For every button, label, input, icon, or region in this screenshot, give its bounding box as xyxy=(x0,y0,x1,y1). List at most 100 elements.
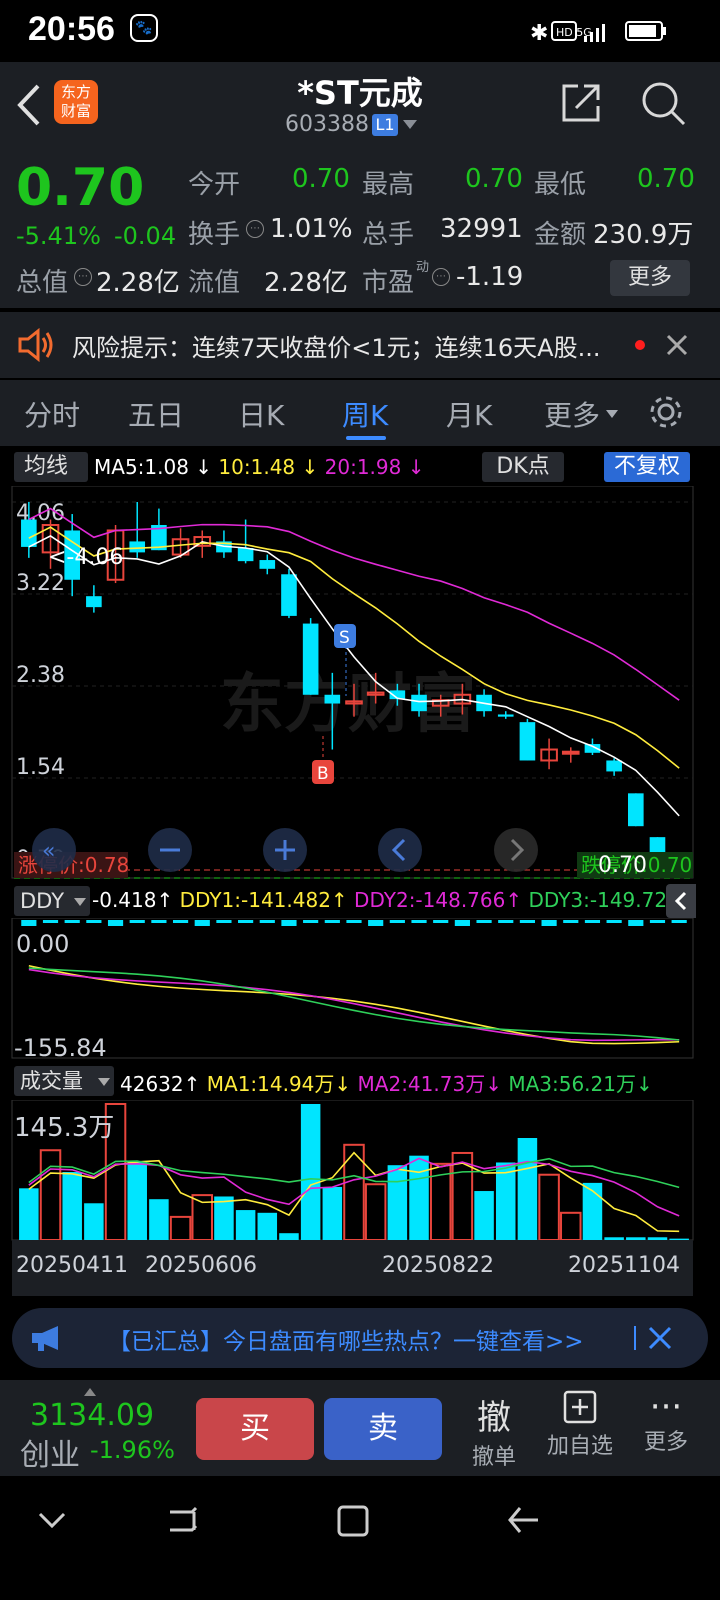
home-icon[interactable] xyxy=(336,1504,370,1538)
high-label: 最高 xyxy=(362,170,415,200)
ddy-values: -0.418↑ DDY1:-141.482↑ DDY2:-148.766↑ DD… xyxy=(92,888,697,912)
ddy-bar xyxy=(281,920,297,926)
adjust-button[interactable]: 不复权 xyxy=(604,452,690,482)
market-cap-label: 总值 xyxy=(16,268,69,298)
volume-bar xyxy=(495,1162,516,1240)
more-quote-button[interactable]: 更多 xyxy=(610,260,690,296)
chart-area: 均线 MA5:1.08 ↓ 10:1.48 ↓ 20:1.98 ↓ DK点 不复… xyxy=(0,446,720,1298)
vol-ma1-value: MA1:14.94万 xyxy=(206,1072,335,1096)
price-chart[interactable]: 东方财富 4.063.222.381.540.70 <-4.06 涨停价:0.7… xyxy=(0,486,720,886)
tab-more[interactable]: 更多 xyxy=(544,394,600,434)
y-tick-label: 3.22 xyxy=(16,571,65,596)
chevron-down-icon xyxy=(98,1078,110,1086)
change-percent: -5.41% xyxy=(16,222,101,250)
back-icon[interactable] xyxy=(506,1504,540,1538)
info-icon[interactable]: ⋯ xyxy=(246,220,264,238)
bottom-trade-bar: 3134.09 创业 -1.96% 买 卖 撤 撤单 加自选 ··· 更多 xyxy=(0,1380,720,1476)
volume-bar xyxy=(560,1211,582,1242)
ddy-bar xyxy=(563,920,579,923)
ddy-chart[interactable]: 0.00 -155.84 xyxy=(0,918,720,1060)
buy-button[interactable]: 买 xyxy=(196,1398,314,1460)
info-icon[interactable]: ⋯ xyxy=(432,268,450,286)
ddy-bar xyxy=(194,920,210,926)
volume-bar xyxy=(538,1173,560,1241)
ddy-bar xyxy=(476,920,492,923)
close-icon[interactable] xyxy=(648,1326,672,1350)
high-value: 0.70 xyxy=(465,164,523,194)
index-change: -1.96% xyxy=(90,1436,175,1464)
max-label: <-4.06 xyxy=(48,545,123,570)
ddy-bar xyxy=(303,920,319,923)
speaker-icon xyxy=(18,328,53,362)
candle-body xyxy=(129,541,146,553)
hotspot-banner[interactable]: 【已汇总】今日盘面有哪些热点？一键查看>> xyxy=(12,1308,708,1368)
tab-five-day[interactable]: 五日 xyxy=(128,394,184,434)
chevron-down-icon[interactable] xyxy=(403,120,417,130)
recent-apps-icon[interactable] xyxy=(166,1504,200,1538)
index-name[interactable]: 创业 xyxy=(20,1430,80,1474)
gear-icon[interactable] xyxy=(648,394,684,430)
add-watchlist-button[interactable]: 加自选 xyxy=(544,1390,616,1460)
tab-weekly-k[interactable]: 周K xyxy=(342,394,388,434)
system-nav-bar xyxy=(0,1476,720,1600)
search-icon[interactable] xyxy=(640,80,686,126)
cancel-order-button[interactable]: 撤 撤单 xyxy=(468,1390,520,1471)
index-value[interactable]: 3134.09 xyxy=(30,1398,154,1433)
status-icons: ✱ HD 5G xyxy=(530,21,666,44)
volume-bar xyxy=(300,1104,321,1240)
dk-point-button[interactable]: DK点 xyxy=(482,452,564,482)
open-value: 0.70 xyxy=(292,164,350,194)
ddy-bar xyxy=(519,920,536,923)
volume-chart[interactable]: 145.3万 20250411 20250606 20250822 202511… xyxy=(0,1100,720,1298)
turnover-value: 1.01% xyxy=(270,214,353,244)
megaphone-icon xyxy=(32,1326,58,1351)
cancel-order-icon: 撤 xyxy=(477,1398,511,1438)
chevron-up-icon[interactable] xyxy=(84,1388,96,1396)
ddy-bar xyxy=(21,920,37,926)
candle-body xyxy=(21,519,37,547)
candle-body xyxy=(628,793,644,827)
ddy-bar xyxy=(584,920,601,923)
volume-bar xyxy=(149,1199,169,1240)
ddy-bar xyxy=(389,920,405,923)
share-icon[interactable] xyxy=(560,82,602,124)
ddy-bar xyxy=(324,920,340,923)
pan-left-button xyxy=(378,828,422,872)
ddy-bar xyxy=(107,920,124,926)
collapse-panel-button[interactable] xyxy=(666,884,696,918)
plus-square-icon xyxy=(563,1390,597,1424)
market-cap-value: 2.28亿 xyxy=(96,268,180,298)
volume-bar xyxy=(364,1183,387,1241)
last-price-label: 0.70 xyxy=(598,853,647,878)
float-cap-value: 2.28亿 xyxy=(264,268,348,298)
volume-bar xyxy=(474,1191,494,1240)
sell-button[interactable]: 卖 xyxy=(324,1398,442,1460)
level-badge[interactable]: L1 xyxy=(372,114,398,136)
ddy-top-tick: 0.00 xyxy=(16,930,69,958)
volume-bar xyxy=(127,1161,147,1240)
ddy-bar xyxy=(498,920,514,923)
close-icon[interactable] xyxy=(666,334,688,356)
ddy3-value: DDY3:-149.725 xyxy=(528,888,680,912)
info-icon[interactable]: ⋯ xyxy=(74,268,92,286)
ddy-bar xyxy=(42,920,59,923)
risk-banner[interactable]: 风险提示：连续7天收盘价<1元；连续16天A股... xyxy=(0,312,720,378)
volume-value: 32991 xyxy=(440,214,523,244)
ddy-bar xyxy=(368,920,384,926)
volume-bar xyxy=(169,1215,192,1241)
tab-intraday[interactable]: 分时 xyxy=(24,394,80,434)
chevron-down-icon[interactable] xyxy=(38,1510,66,1530)
ddy-bar xyxy=(411,920,427,923)
ma-selector[interactable]: 均线 xyxy=(14,452,88,482)
candle-body xyxy=(86,596,102,608)
y-tick-label: 1.54 xyxy=(16,755,65,780)
more-actions-button[interactable]: ··· 更多 xyxy=(640,1390,692,1456)
volume-bar xyxy=(604,1237,624,1240)
tab-daily-k[interactable]: 日K xyxy=(238,394,284,434)
risk-text: 风险提示：连续7天收盘价<1元；连续16天A股... xyxy=(72,334,601,362)
ddy-bottom-tick: -155.84 xyxy=(14,1034,107,1060)
candle-body xyxy=(237,548,254,562)
tab-monthly-k[interactable]: 月K xyxy=(446,394,492,434)
ma-values: MA5:1.08 ↓ 10:1.48 ↓ 20:1.98 ↓ xyxy=(94,455,425,479)
volume-selector-label: 成交量 xyxy=(20,1069,83,1093)
